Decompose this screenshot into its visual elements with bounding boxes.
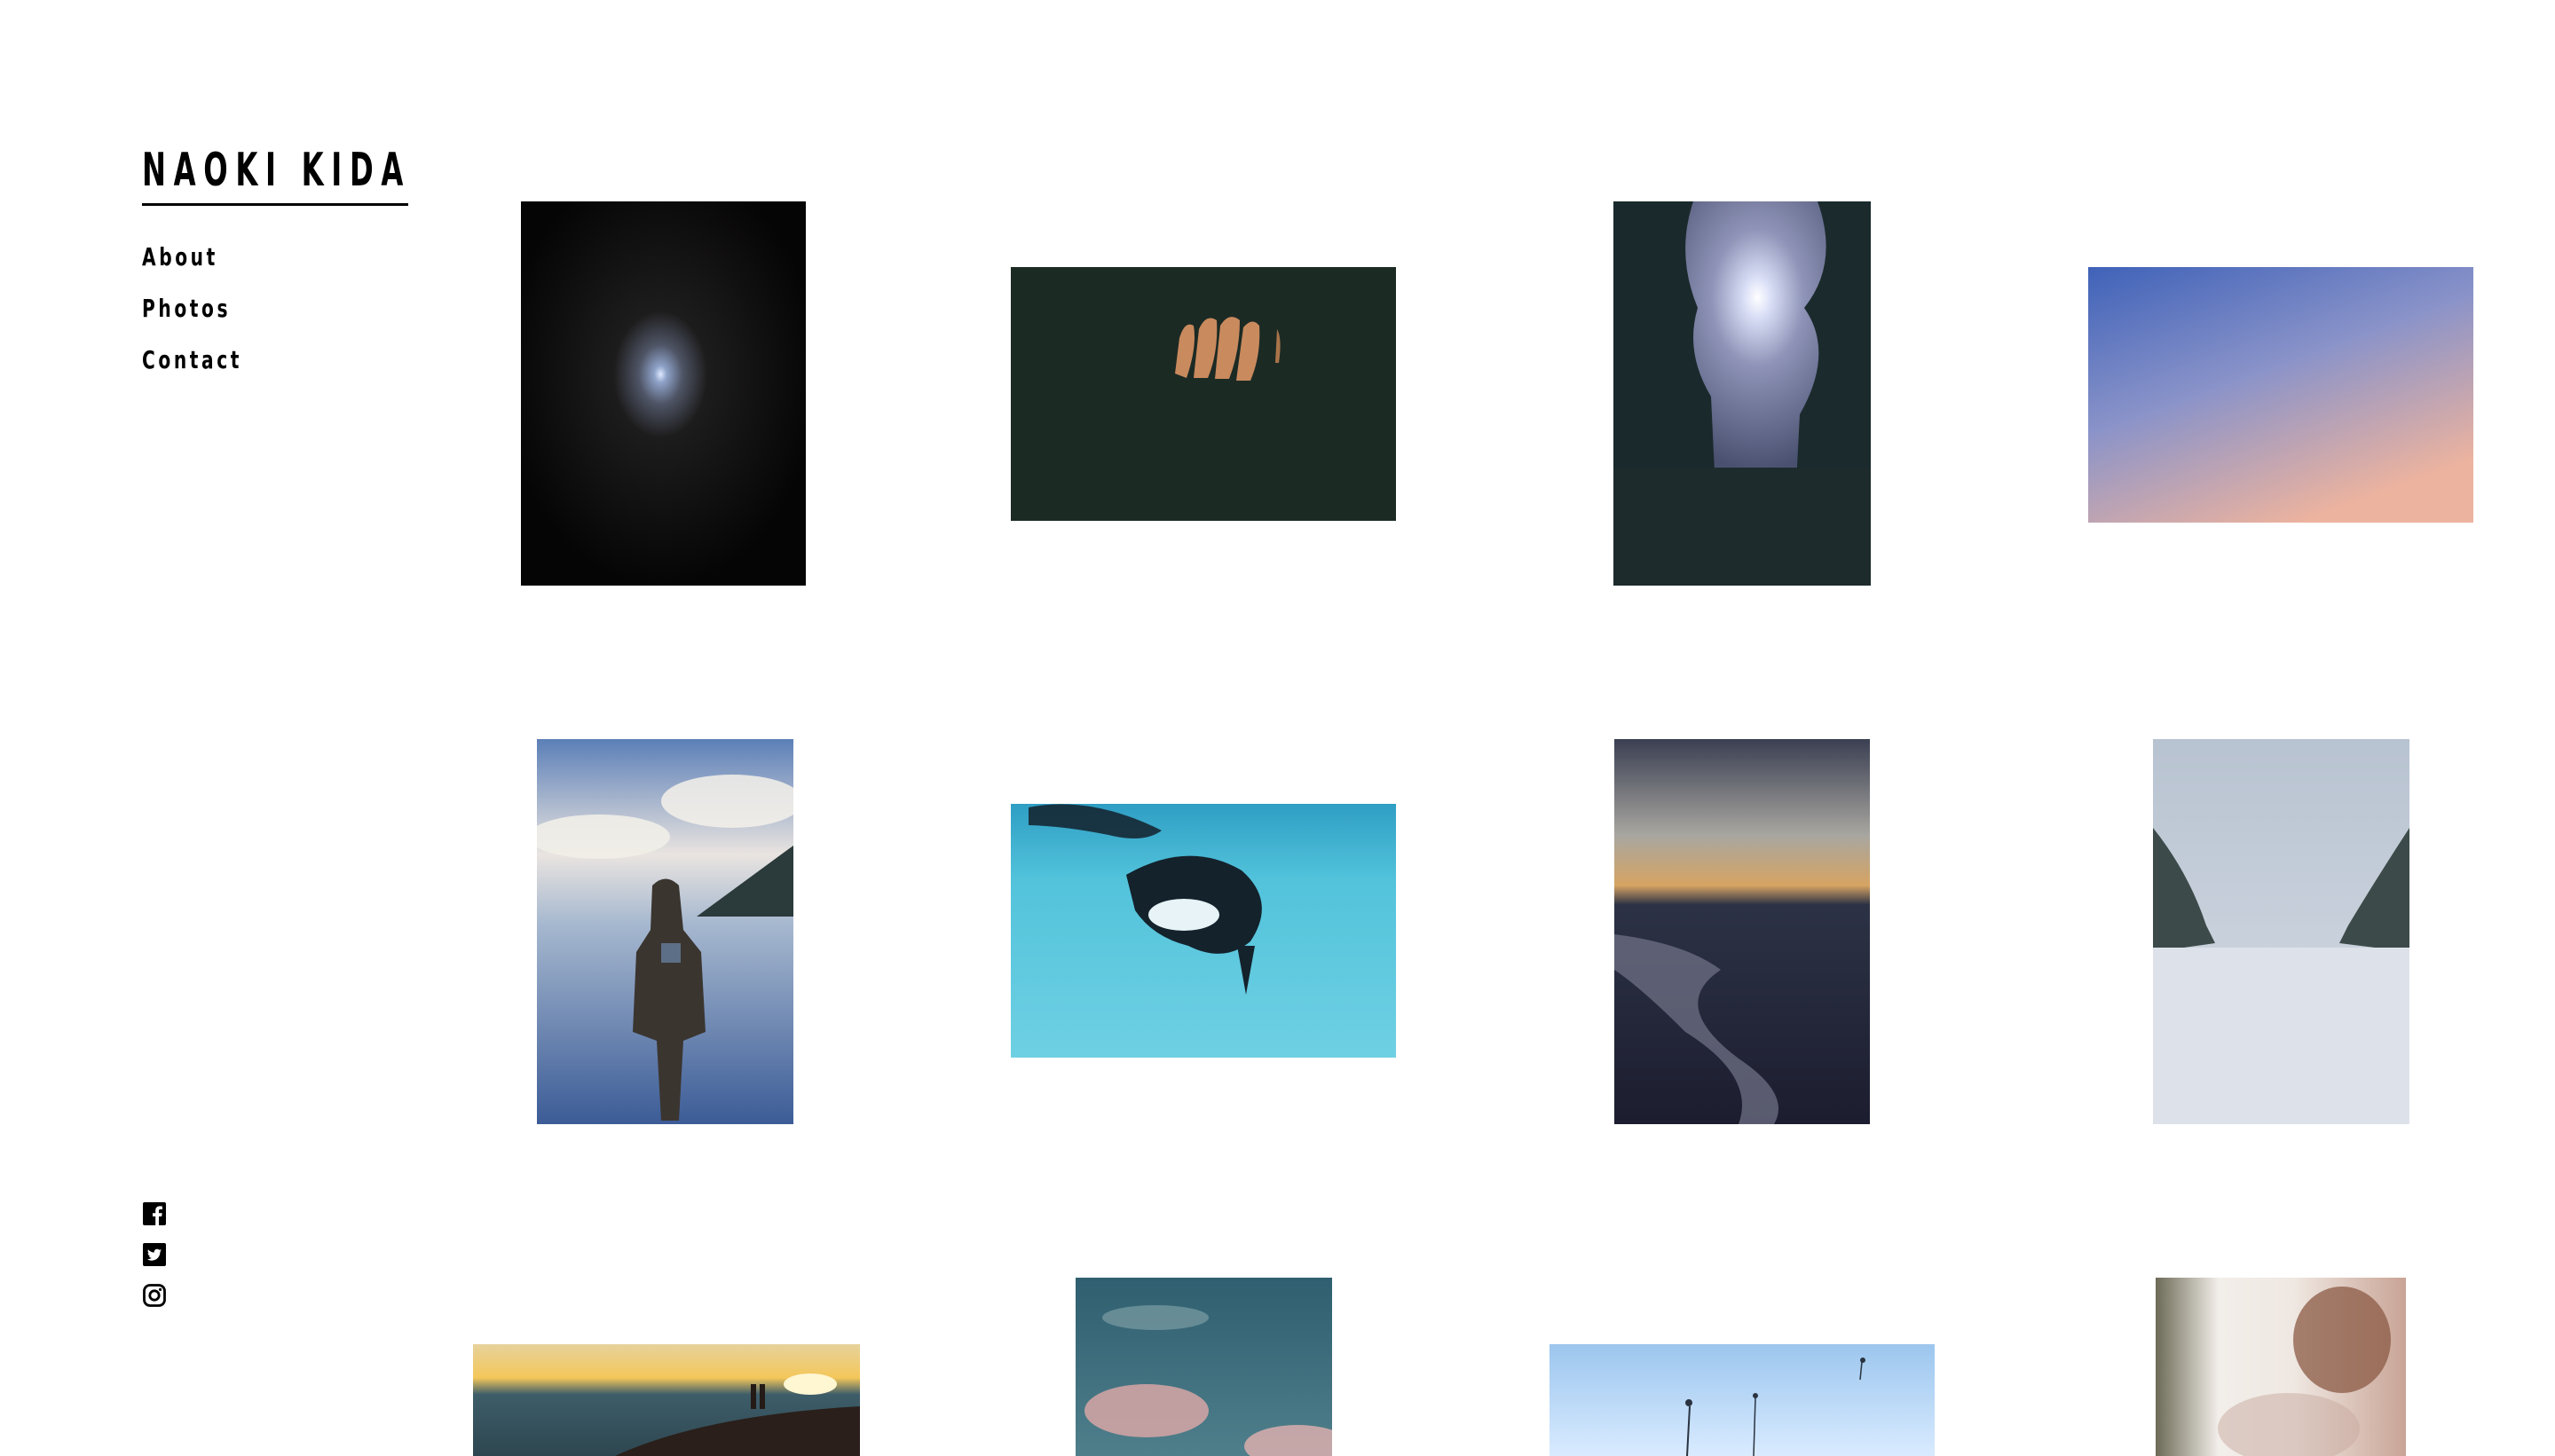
photo-snow-plants[interactable] [1550,1344,1935,1456]
photo-sunset-river[interactable] [1614,739,1870,1124]
photo-snowy-road[interactable] [2153,739,2409,1124]
photo-beach-couple[interactable] [473,1344,860,1456]
photo-orca[interactable] [1011,804,1396,1058]
site-title[interactable]: NAOKI KIDA [142,138,403,202]
title-underline [142,203,408,206]
photo-hand[interactable] [1011,267,1396,521]
main-nav: About Photos Contact [142,240,408,394]
nav-item-photos[interactable]: Photos [142,291,334,342]
social-links [142,1201,177,1324]
twitter-icon[interactable] [142,1242,167,1267]
photo-gradient-sky[interactable] [2088,267,2473,523]
facebook-icon[interactable] [142,1201,167,1226]
photo-lakeside-person[interactable] [537,739,793,1124]
nav-item-about[interactable]: About [142,240,334,291]
photo-teal-clouds[interactable] [1076,1278,1332,1456]
instagram-icon[interactable] [142,1283,167,1308]
nav-item-contact[interactable]: Contact [142,342,334,394]
sidebar: NAOKI KIDA About Photos Contact [142,0,408,1456]
photo-sun-trees[interactable] [1613,201,1871,586]
photo-window-person[interactable] [2156,1278,2406,1456]
photo-moon[interactable] [521,201,806,586]
